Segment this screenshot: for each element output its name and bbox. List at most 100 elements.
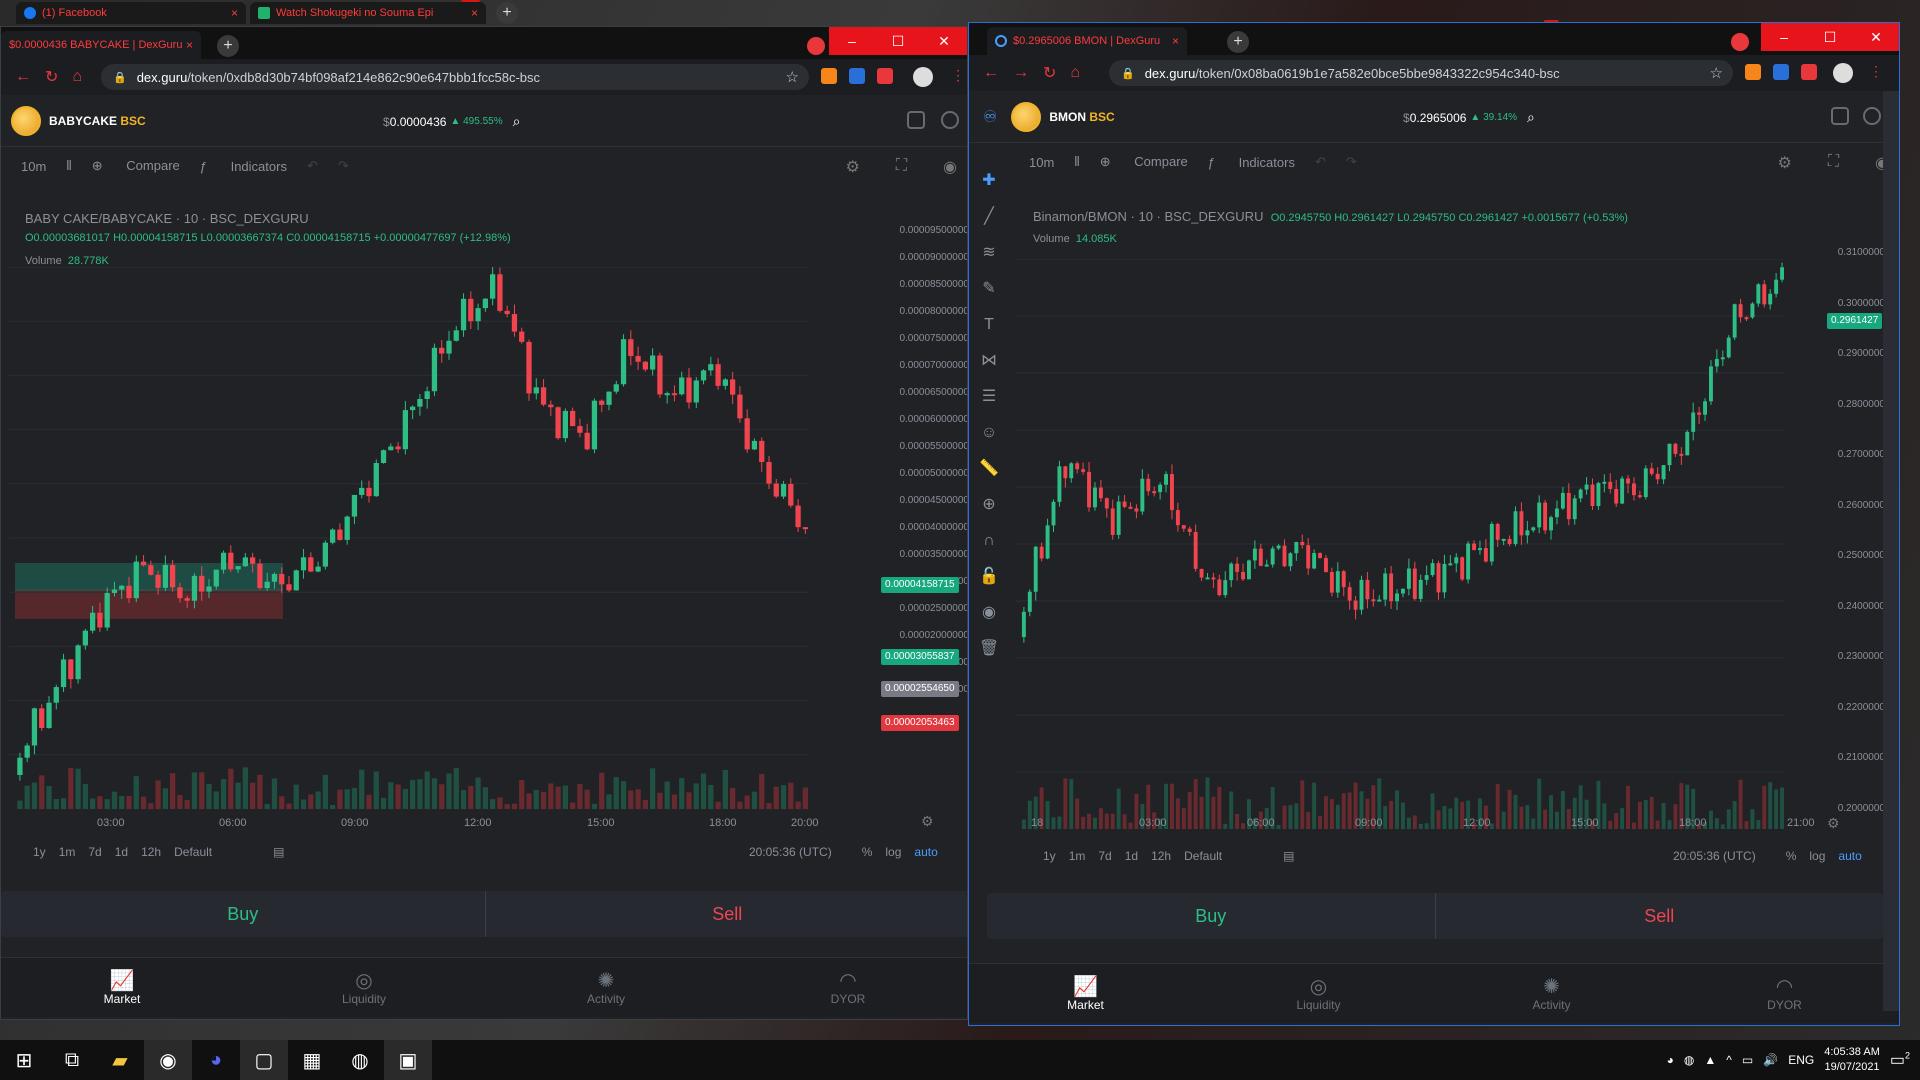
fib-icon[interactable]: ≋ [982,235,995,271]
tray-chevron-icon[interactable]: ^ [1726,1053,1732,1067]
file-explorer-icon[interactable]: ▰ [96,1040,144,1080]
tray-steam-icon[interactable]: ◍ [1684,1053,1694,1067]
price-chart[interactable] [1015,259,1801,829]
zoom-icon[interactable]: ⊕ [982,487,995,523]
back-icon[interactable]: ← [15,68,31,86]
settings-gear-icon[interactable] [1863,107,1881,125]
new-tab-button[interactable]: + [217,35,239,57]
tray-nvidia-icon[interactable]: ▲ [1704,1053,1716,1067]
nav-market[interactable]: 📈 Market [969,964,1202,1023]
range-default[interactable]: Default [1184,849,1222,863]
percent-toggle[interactable]: % [1786,849,1797,863]
lock-drawings-icon[interactable]: 🔓 [979,559,999,595]
calendar-icon[interactable]: ▤ [1283,849,1294,863]
range-12h[interactable]: 12h [141,845,161,859]
language-indicator[interactable]: ENG [1788,1053,1814,1067]
range-1y[interactable]: 1y [33,845,46,859]
compare-button[interactable]: ⊕ Compare [1100,154,1188,170]
bookmark-star-icon[interactable]: ☆ [1710,64,1723,82]
home-icon[interactable]: ⌂ [1070,64,1080,82]
auto-toggle[interactable]: auto [914,845,937,859]
mouse-app-icon[interactable]: ▢ [240,1040,288,1080]
profile-icon[interactable] [807,37,825,55]
trendline-icon[interactable]: ╱ [984,199,994,235]
auto-toggle[interactable]: auto [1838,849,1861,863]
chrome-icon[interactable]: ◉ [144,1040,192,1080]
wallet-icon[interactable] [1831,107,1849,125]
range-default[interactable]: Default [174,845,212,859]
metamask-extension-icon[interactable] [821,68,837,84]
undo-icon[interactable]: ↶ [307,158,318,174]
log-toggle[interactable]: log [885,845,901,859]
task-view-icon[interactable]: ⧉ [48,1040,96,1080]
search-icon[interactable]: ⌕ [513,113,521,130]
undo-icon[interactable]: ↶ [1315,154,1326,170]
emoji-icon[interactable]: ☺ [981,415,997,451]
tab-bmon[interactable]: $0.2965006 BMON | DexGuru × [987,27,1187,55]
maximize-icon[interactable]: ☐ [875,27,921,55]
range-1m[interactable]: 1m [59,845,76,859]
close-window-icon[interactable]: ✕ [1853,23,1899,51]
reload-icon[interactable]: ↻ [45,67,58,87]
log-toggle[interactable]: log [1809,849,1825,863]
fullscreen-icon[interactable]: ⛶ [1828,153,1839,173]
candle-type-icon[interactable]: ⫴ [66,158,71,174]
forward-icon[interactable]: → [1013,64,1029,82]
extensions-puzzle-icon[interactable] [1801,64,1817,80]
camera-icon[interactable]: ◉ [943,157,957,177]
clock[interactable]: 4:05:38 AM 19/07/2021 [1824,1045,1880,1075]
close-icon[interactable]: × [231,6,238,20]
close-icon[interactable]: × [186,38,193,52]
maximize-icon[interactable]: ☐ [1807,23,1853,51]
url-field[interactable]: 🔒 dex.guru/token/0xdb8d30b74bf098af214e8… [101,64,809,90]
settings-gear-icon[interactable] [941,111,959,129]
range-1d[interactable]: 1d [1125,849,1138,863]
back-icon[interactable]: ← [983,64,999,82]
calculator-icon[interactable]: ▦ [288,1040,336,1080]
candle-type-icon[interactable]: ⫴ [1074,154,1079,170]
metamask-extension-icon[interactable] [1745,64,1761,80]
discord-icon[interactable]: ◕ [192,1040,240,1080]
volume-icon[interactable]: 🔊 [1763,1053,1778,1067]
percent-toggle[interactable]: % [862,845,873,859]
buy-button[interactable]: Buy [1,891,486,937]
tab-facebook[interactable]: (1) Facebook × [16,2,246,24]
chart-settings-icon[interactable]: ⚙ [845,157,859,177]
stop-loss-zone[interactable] [15,589,283,619]
nav-dyor[interactable]: ◠ DYOR [727,958,967,1017]
game-app-icon[interactable]: ▣ [384,1040,432,1080]
profile-icon[interactable] [1731,33,1749,51]
token-symbol[interactable]: BMON BSC [1049,110,1114,124]
brush-icon[interactable]: ✎ [982,271,995,307]
bookmark-star-icon[interactable]: ☆ [786,68,799,86]
menu-icon[interactable]: ⋮ [951,67,965,84]
nav-activity[interactable]: ✺ Activity [1435,964,1668,1023]
range-1m[interactable]: 1m [1069,849,1086,863]
url-field[interactable]: 🔒 dex.guru/token/0x08ba0619b1e7a582e0bce… [1109,60,1733,86]
range-1d[interactable]: 1d [115,845,128,859]
nav-liquidity[interactable]: ◎ Liquidity [243,958,485,1017]
reload-icon[interactable]: ↻ [1043,63,1056,83]
buy-button[interactable]: Buy [987,893,1436,939]
nav-activity[interactable]: ✺ Activity [485,958,727,1017]
prediction-icon[interactable]: ☰ [982,379,996,415]
steam-icon[interactable]: ◍ [336,1040,384,1080]
axis-settings-icon[interactable]: ⚙ [1827,815,1840,832]
dexguru-logo-icon[interactable]: ♾ [983,107,997,127]
user-avatar[interactable] [913,67,933,87]
sell-button[interactable]: Sell [1436,893,1884,939]
tab-anime[interactable]: Watch Shokugeki no Souma Epi × [250,2,486,24]
bitwarden-extension-icon[interactable] [849,68,865,84]
indicators-button[interactable]: ƒ Indicators [1208,155,1295,170]
range-7d[interactable]: 7d [88,845,101,859]
minimize-icon[interactable]: – [1761,23,1807,51]
sell-button[interactable]: Sell [486,891,968,937]
redo-icon[interactable]: ↷ [338,158,349,174]
home-icon[interactable]: ⌂ [72,68,82,86]
wallet-icon[interactable] [907,111,925,129]
compare-button[interactable]: ⊕ Compare [92,158,180,174]
nav-dyor[interactable]: ◠ DYOR [1668,964,1899,1023]
interval-selector[interactable]: 10m [1029,155,1054,170]
price-chart[interactable] [9,267,881,809]
new-tab-button[interactable]: + [496,2,518,24]
